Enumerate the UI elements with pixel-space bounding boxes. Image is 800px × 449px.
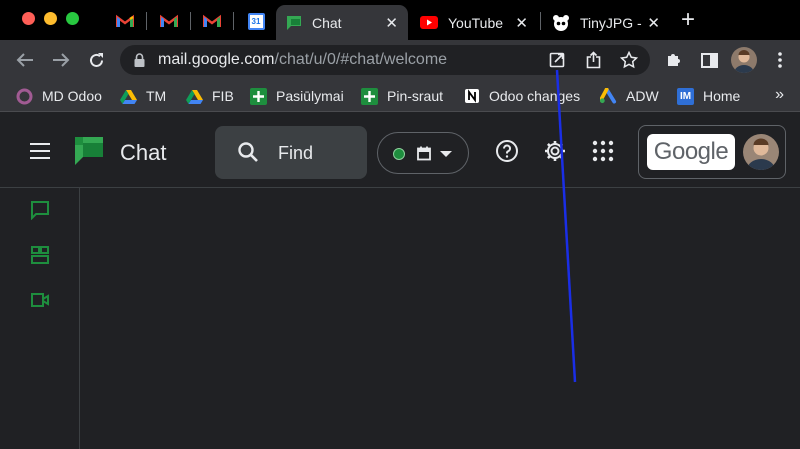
bookmark-label: TM: [146, 88, 167, 104]
lock-icon: [134, 53, 145, 67]
extensions-button[interactable]: [664, 50, 684, 70]
bookmark-adw[interactable]: ADW: [600, 86, 659, 106]
open-in-new-window-icon[interactable]: [549, 52, 565, 68]
apps-grid-icon[interactable]: [591, 139, 615, 163]
google-ads-icon: [600, 88, 617, 105]
panda-icon: [553, 14, 569, 31]
chat-bubble-icon[interactable]: [30, 200, 50, 220]
reload-icon: [89, 52, 103, 67]
gmail-icon: [116, 14, 134, 27]
calendar-icon: [417, 146, 431, 161]
google-calendar-icon: 31: [247, 12, 265, 30]
puzzle-icon: [668, 54, 680, 66]
new-tab-button[interactable]: +: [681, 8, 695, 32]
left-navigation-rail: [0, 188, 80, 449]
bookmark-tm[interactable]: TM: [120, 86, 166, 106]
main-content-area: [80, 188, 800, 449]
active-status-dot: [393, 148, 405, 160]
main-menu-button[interactable]: [30, 143, 50, 159]
account-avatar[interactable]: [743, 134, 779, 170]
window-minimize-button[interactable]: [44, 12, 57, 25]
bookmark-label: Odoo changes: [489, 88, 581, 104]
pinned-tab-gmail-1[interactable]: [107, 7, 143, 35]
window-close-button[interactable]: [22, 12, 35, 25]
close-tab-icon[interactable]: ✕: [385, 14, 398, 32]
kebab-menu-icon: [778, 52, 782, 68]
tab-title: Chat: [312, 14, 342, 31]
help-icon[interactable]: [495, 139, 519, 163]
google-logo: Google: [647, 134, 735, 170]
bookmark-home[interactable]: IM Home: [677, 86, 740, 106]
tab-title: YouTube: [448, 14, 504, 31]
chat-header: Chat Find Google: [0, 113, 800, 188]
app-title: Chat: [120, 140, 167, 165]
youtube-icon: [420, 16, 438, 29]
google-sheets-icon: [361, 87, 378, 105]
bookmark-label: Pasiūlymai: [276, 88, 344, 104]
pinned-tab-calendar[interactable]: 31: [238, 7, 274, 35]
bookmark-fib[interactable]: FIB: [186, 86, 234, 106]
notion-icon: [463, 88, 480, 105]
url-path: /chat/u/0/#chat/welcome: [274, 51, 448, 68]
google-drive-icon: [186, 88, 203, 105]
tab-tinyjpg[interactable]: TinyJPG - ✕: [542, 5, 670, 40]
bookmark-label: MD Odoo: [42, 88, 102, 104]
tab-title: TinyJPG -: [580, 14, 642, 31]
close-tab-icon[interactable]: ✕: [647, 14, 660, 32]
google-chat-icon: [287, 15, 301, 30]
bookmark-md-odoo[interactable]: MD Odoo: [16, 86, 102, 106]
bookmark-odoo-changes[interactable]: Odoo changes: [463, 86, 580, 106]
bookmarks-bar: MD Odoo TM FIB Pasiūlymai Pin-sraut Odoo…: [0, 80, 800, 112]
tab-chat[interactable]: Chat ✕: [276, 5, 408, 40]
url-host: mail.google.com: [158, 51, 275, 68]
profile-avatar[interactable]: [731, 47, 757, 73]
bookmark-pin-sraut[interactable]: Pin-sraut: [361, 86, 443, 106]
status-selector[interactable]: [377, 132, 469, 174]
gmail-icon: [203, 14, 221, 27]
search-input[interactable]: Find: [278, 143, 313, 164]
google-drive-icon: [120, 88, 137, 105]
google-sheets-icon: [250, 87, 267, 105]
person-photo-icon: [731, 47, 757, 73]
bookmark-label: FIB: [212, 88, 234, 104]
forward-button[interactable]: [51, 50, 71, 70]
arrow-left-icon: [16, 53, 33, 67]
odoo-icon: [16, 88, 33, 105]
spaces-icon[interactable]: [30, 245, 50, 265]
bookmark-label: Pin-sraut: [387, 88, 444, 104]
side-panel-button[interactable]: [699, 50, 719, 70]
bookmark-pasiulymai[interactable]: Pasiūlymai: [250, 86, 344, 106]
url-text[interactable]: mail.google.com/chat/u/0/#chat/welcome: [158, 51, 447, 69]
browser-toolbar: mail.google.com/chat/u/0/#chat/welcome: [0, 40, 800, 80]
im-icon: IM: [677, 87, 694, 105]
window-zoom-button[interactable]: [66, 12, 79, 25]
search-icon: [238, 142, 258, 162]
video-camera-icon[interactable]: [30, 290, 50, 310]
more-bookmarks-button[interactable]: »: [775, 86, 784, 104]
star-icon[interactable]: [620, 51, 638, 69]
reload-button[interactable]: [86, 50, 106, 70]
settings-gear-icon[interactable]: [543, 139, 567, 163]
gmail-icon: [160, 14, 178, 27]
google-chat-logo-icon: [75, 137, 103, 165]
chevron-down-icon: [440, 151, 452, 157]
address-bar[interactable]: mail.google.com/chat/u/0/#chat/welcome: [120, 45, 650, 75]
google-account-button[interactable]: Google: [638, 125, 786, 179]
side-panel-icon: [700, 52, 718, 68]
browser-menu-button[interactable]: [770, 50, 790, 70]
search-bar[interactable]: Find: [215, 126, 367, 179]
tab-youtube[interactable]: YouTube ✕: [410, 5, 538, 40]
share-icon[interactable]: [586, 51, 601, 69]
person-photo-icon: [743, 134, 779, 170]
tab-strip: 31 Chat ✕ YouTube ✕ TinyJPG - ✕ +: [0, 0, 800, 40]
arrow-right-icon: [53, 53, 70, 67]
bookmark-label: ADW: [626, 88, 659, 104]
pinned-tab-gmail-2[interactable]: [151, 7, 187, 35]
close-tab-icon[interactable]: ✕: [515, 14, 528, 32]
back-button[interactable]: [15, 50, 35, 70]
pinned-tab-gmail-3[interactable]: [194, 7, 230, 35]
bookmark-label: Home: [703, 88, 741, 104]
